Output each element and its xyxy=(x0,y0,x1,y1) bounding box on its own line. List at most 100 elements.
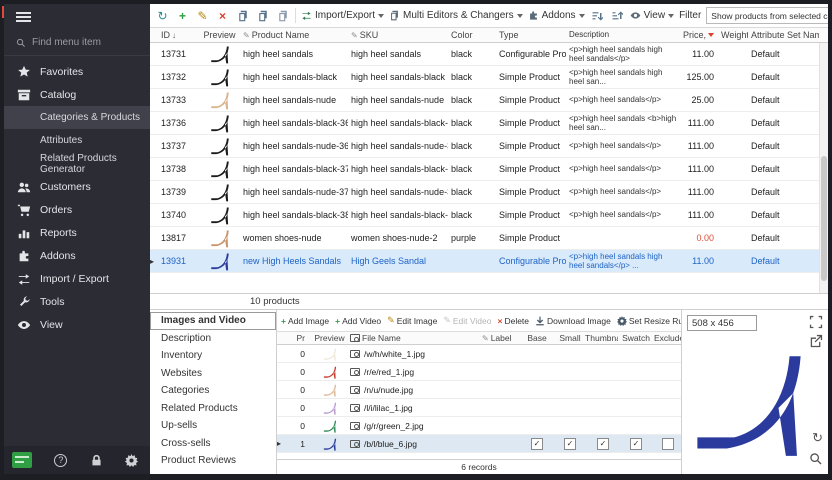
set-resize-rule-button[interactable]: Set Resize Rule xyxy=(617,316,681,326)
menu-toggle-icon[interactable] xyxy=(16,10,31,24)
product-row[interactable]: 13737 high heel sandals-nude-36 high hee… xyxy=(150,135,819,158)
copy-button[interactable] xyxy=(235,8,250,23)
image-row[interactable]: 0 /n/u/nude.jpg xyxy=(277,381,681,399)
menu-search-input[interactable] xyxy=(32,37,132,48)
column-header-thumbnail[interactable]: Thumbna xyxy=(585,333,618,343)
column-header-attribute-set[interactable]: Attribute Set Name xyxy=(748,30,819,40)
detail-tab[interactable]: Related Products xyxy=(150,400,276,418)
help-icon[interactable] xyxy=(54,454,67,467)
column-header-id[interactable]: ID↓ xyxy=(158,30,196,40)
sidebar-item[interactable]: View xyxy=(4,313,150,336)
column-header-base[interactable]: Base xyxy=(519,333,552,343)
add-video-button[interactable]: +Add Video xyxy=(335,316,381,326)
sidebar-item[interactable]: Tools xyxy=(4,290,150,313)
product-row[interactable]: 13732 high heel sandals-black high heel … xyxy=(150,66,819,89)
paste-button[interactable] xyxy=(255,8,270,23)
detail-tab[interactable]: Cross-sells xyxy=(150,435,276,453)
sidebar-item[interactable]: Attributes xyxy=(4,129,150,152)
product-row[interactable]: 13736 high heel sandals-black-36 high he… xyxy=(150,112,819,135)
addons-menu[interactable]: Addons xyxy=(528,10,585,21)
detail-tab[interactable]: Categories xyxy=(150,382,276,400)
product-row[interactable]: 13740 high heel sandals-black-38 high he… xyxy=(150,204,819,227)
column-header-price[interactable]: Price, xyxy=(678,30,718,40)
download-image-button[interactable]: Download Image xyxy=(535,316,611,326)
sidebar-item[interactable]: Orders xyxy=(4,198,150,221)
view-menu[interactable]: View xyxy=(630,10,675,21)
column-header-type[interactable]: Type xyxy=(496,30,566,40)
open-external-icon[interactable] xyxy=(809,334,823,348)
zoom-icon[interactable] xyxy=(809,452,823,466)
column-header-priority[interactable]: Pr xyxy=(285,333,309,343)
column-header-preview[interactable]: Preview xyxy=(196,30,240,40)
add-image-button[interactable]: +Add Image xyxy=(281,316,329,326)
product-row[interactable]: 13731 high heel sandals high heel sandal… xyxy=(150,43,819,66)
detail-tab[interactable]: Description xyxy=(150,330,276,348)
image-row[interactable]: 0 /r/e/red_1.jpg xyxy=(277,363,681,381)
small-checkbox[interactable] xyxy=(552,438,585,450)
store-icon[interactable] xyxy=(12,452,32,468)
sidebar-item[interactable]: Related Products Generator xyxy=(4,152,150,175)
column-header-label[interactable]: ✎Label xyxy=(479,333,519,343)
detail-tab[interactable]: Product Reviews xyxy=(150,452,276,470)
exclude-checkbox[interactable] xyxy=(651,438,681,450)
column-header-image-preview[interactable]: Preview xyxy=(309,333,347,343)
delete-product-button[interactable]: × xyxy=(215,8,230,23)
sidebar-item[interactable]: Favorites xyxy=(4,60,150,83)
refresh-button[interactable]: ↻ xyxy=(155,8,170,23)
shoe-thumbnail xyxy=(323,365,337,379)
multi-editors-menu[interactable]: Multi Editors & Changers xyxy=(389,10,523,21)
image-row[interactable]: 0 /l/i/lilac_1.jpg xyxy=(277,399,681,417)
lock-icon[interactable] xyxy=(90,454,103,467)
swatch-checkbox[interactable] xyxy=(618,438,651,450)
edit-video-button[interactable]: ✎Edit Video xyxy=(443,315,491,326)
menu-search[interactable] xyxy=(4,30,150,56)
product-row[interactable]: 13931 new High Heels Sandals High Geels … xyxy=(150,250,819,273)
settings-gear-icon[interactable] xyxy=(125,454,138,467)
image-row[interactable]: 0 /w/h/white_1.jpg xyxy=(277,345,681,363)
import-export-menu[interactable]: Import/Export xyxy=(301,10,384,21)
detail-tab[interactable]: Websites xyxy=(150,365,276,383)
vertical-scrollbar[interactable] xyxy=(819,43,828,293)
filter-scope-select[interactable]: Show products from selected categories xyxy=(706,7,828,24)
column-header-product-name[interactable]: ✎Product Name xyxy=(240,30,348,40)
sort-descending-icon[interactable] xyxy=(610,8,625,23)
sidebar-item[interactable]: Catalog xyxy=(4,83,150,106)
sidebar-item[interactable]: Customers xyxy=(4,175,150,198)
duplicate-button[interactable] xyxy=(275,8,290,23)
image-size-field[interactable]: 508 x 456 xyxy=(687,315,757,331)
sidebar-item[interactable]: Categories & Products xyxy=(4,106,150,129)
detail-tab[interactable]: Up-sells xyxy=(150,417,276,435)
column-header-file-name[interactable]: File Name xyxy=(347,333,479,343)
detail-tab[interactable]: Images and Video xyxy=(150,312,276,330)
column-header-color[interactable]: Color xyxy=(448,30,496,40)
image-row[interactable]: 0 /g/r/green_2.jpg xyxy=(277,417,681,435)
image-row[interactable]: 1 /b/l/blue_6.jpg xyxy=(277,435,681,453)
edit-product-button[interactable]: ✎ xyxy=(195,8,210,23)
sidebar-item[interactable]: Import / Export xyxy=(4,267,150,290)
add-product-button[interactable]: + xyxy=(175,8,190,23)
product-color: black xyxy=(448,72,496,82)
product-row[interactable]: 13733 high heel sandals-nude high heel s… xyxy=(150,89,819,112)
column-header-swatch[interactable]: Swatch xyxy=(618,333,651,343)
sidebar-item[interactable]: Reports xyxy=(4,221,150,244)
column-header-weight[interactable]: Weight xyxy=(718,30,748,40)
base-checkbox[interactable] xyxy=(519,438,552,450)
product-row[interactable]: 13738 high heel sandals-black-37 high he… xyxy=(150,158,819,181)
scrollbar-thumb[interactable] xyxy=(821,156,827,281)
column-header-description[interactable]: Description xyxy=(566,30,678,39)
detail-tab[interactable]: Inventory xyxy=(150,347,276,365)
edit-image-button[interactable]: ✎Edit Image xyxy=(387,315,437,326)
main-toolbar: ↻ + ✎ × Import/Export Multi Editors & Ch… xyxy=(150,4,828,28)
delete-image-button[interactable]: ×Delete xyxy=(497,316,529,326)
sidebar-item[interactable]: Addons xyxy=(4,244,150,267)
column-header-small[interactable]: Small xyxy=(552,333,585,343)
rotate-icon[interactable]: ↻ xyxy=(812,430,823,446)
column-header-exclude[interactable]: Exclude xyxy=(651,333,681,343)
thumbnail-checkbox[interactable] xyxy=(585,438,618,450)
product-attribute-set: Default xyxy=(748,95,819,105)
column-header-sku[interactable]: ✎SKU xyxy=(348,30,448,40)
fullscreen-icon[interactable] xyxy=(809,315,823,329)
sort-ascending-icon[interactable] xyxy=(590,8,605,23)
product-row[interactable]: 13817 women shoes-nude women shoes-nude-… xyxy=(150,227,819,250)
product-row[interactable]: 13739 high heel sandals-nude-37 high hee… xyxy=(150,181,819,204)
